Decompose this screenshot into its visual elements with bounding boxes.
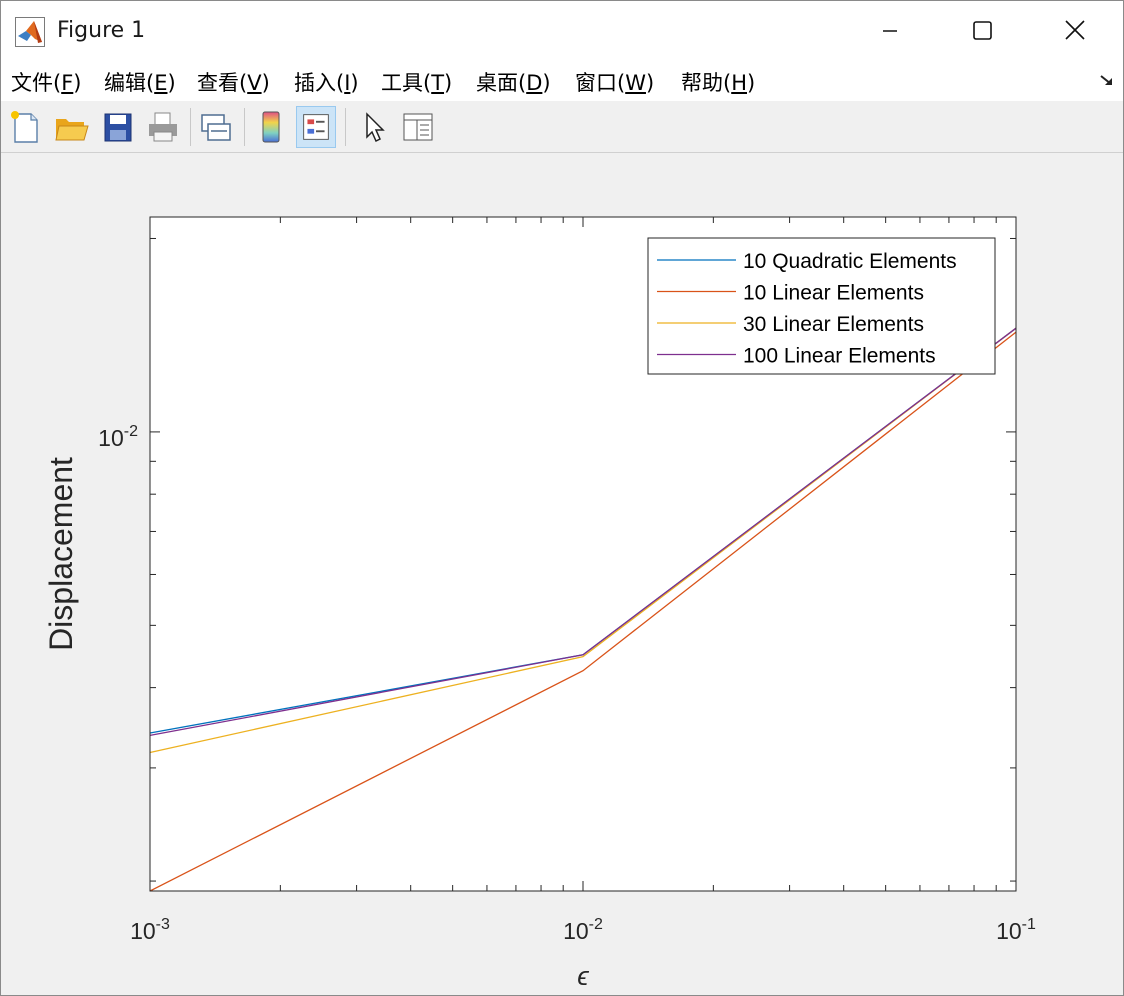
menu-desktop[interactable]: 桌面(D): [476, 67, 551, 97]
menu-help[interactable]: 帮助(H): [681, 67, 755, 97]
menu-view[interactable]: 查看(V): [197, 67, 270, 97]
new-figure-icon[interactable]: [6, 106, 46, 148]
title-bar: Figure 1: [1, 1, 1123, 61]
y-tick-labels: 10-2: [98, 423, 138, 451]
legend-entry: 30 Linear Elements: [743, 313, 924, 336]
x-tick-label: 10-2: [563, 916, 603, 944]
y-axis-label: Displacement: [43, 457, 79, 651]
menu-insert[interactable]: 插入(I): [294, 67, 359, 97]
toolbar-separator: [190, 108, 191, 146]
menu-window[interactable]: 窗口(W): [575, 67, 654, 97]
colorbar-icon[interactable]: [251, 106, 291, 148]
menu-bar: 文件(F) 编辑(E) 查看(V) 插入(I) 工具(T) 桌面(D) 窗口(W…: [1, 61, 1123, 101]
toolbar-separator: [345, 108, 346, 146]
legend[interactable]: 10 Quadratic Elements 10 Linear Elements 3…: [647, 237, 996, 375]
x-axis-label: ϵ: [577, 961, 589, 991]
print-icon[interactable]: [143, 106, 183, 148]
link-plot-icon[interactable]: [196, 106, 236, 148]
dock-arrow-icon[interactable]: [1097, 71, 1117, 91]
legend-entry: 100 Linear Elements: [743, 345, 936, 368]
x-tick-label: 10-1: [996, 916, 1036, 944]
property-inspector-icon[interactable]: [398, 106, 438, 148]
save-icon[interactable]: [98, 106, 138, 148]
y-tick-label: 10-2: [98, 423, 138, 451]
figure-window: Figure 1 文件(F) 编辑(E) 查看(V) 插入(I) 工具(T) 桌…: [0, 0, 1124, 996]
figure-toolbar: [1, 102, 1123, 153]
figure-canvas: 10-3 10-2 10-1 10-2 ϵ Displacement 10 Quad…: [43, 216, 1036, 991]
legend-icon[interactable]: [296, 106, 336, 148]
menu-tools[interactable]: 工具(T): [381, 67, 452, 97]
x-tick-labels: 10-3 10-2 10-1: [130, 916, 1036, 944]
minimize-button[interactable]: [867, 11, 913, 51]
legend-entry: 10 Quadratic Elements: [743, 250, 957, 273]
menu-edit[interactable]: 编辑(E): [104, 67, 176, 97]
x-tick-label: 10-3: [130, 916, 170, 944]
open-file-icon[interactable]: [51, 106, 91, 148]
window-title: Figure 1: [57, 18, 146, 43]
matlab-logo-icon: [15, 17, 45, 47]
close-button[interactable]: [1053, 11, 1099, 51]
toolbar-separator: [244, 108, 245, 146]
legend-entry: 10 Linear Elements: [743, 282, 924, 305]
menu-file[interactable]: 文件(F): [11, 67, 82, 97]
pointer-icon[interactable]: [353, 106, 393, 148]
maximize-button[interactable]: [959, 11, 1005, 51]
